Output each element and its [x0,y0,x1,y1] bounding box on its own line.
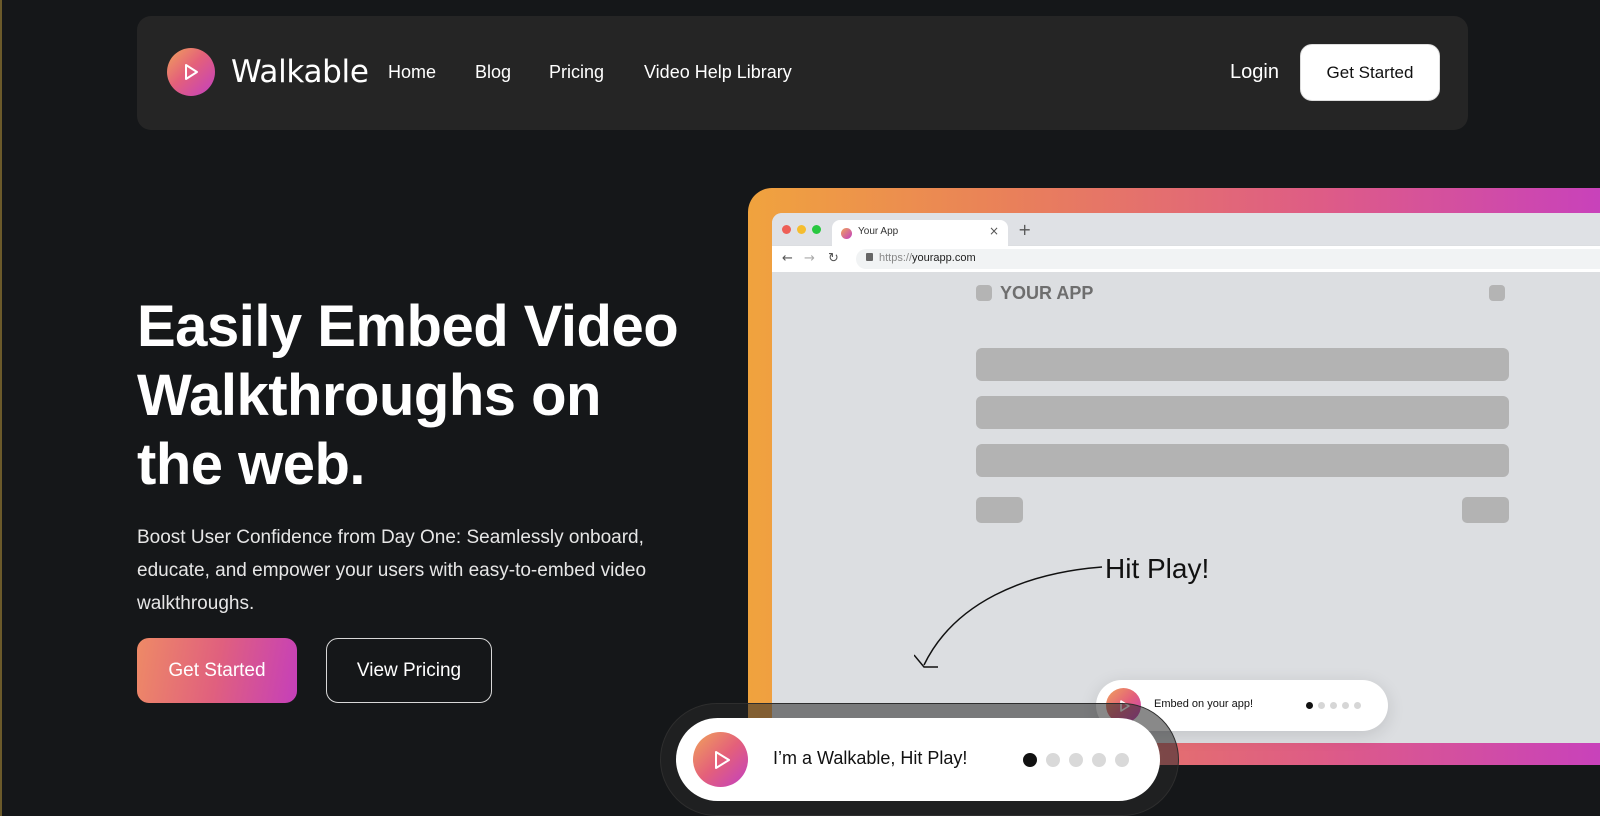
progress-dot[interactable] [1023,753,1037,767]
brand-name[interactable]: Walkable [231,52,369,92]
close-dot-icon [782,225,791,234]
top-navbar: Walkable Home Blog Pricing Video Help Li… [137,16,1468,130]
maximize-dot-icon [812,225,821,234]
walkable-widget[interactable]: I’m a Walkable, Hit Play! [676,718,1160,801]
app-logo-placeholder [976,285,992,301]
placeholder-button-right [1462,497,1509,523]
url-host: yourapp.com [912,252,976,264]
browser-mockup: Your App × + ← → ↻ https://yourapp.com Y… [772,213,1600,743]
hero-title: Easily Embed Video Walkthroughs on the w… [137,294,679,497]
url-scheme: https:// [879,252,913,264]
curved-arrow-icon [914,566,1103,668]
progress-dot[interactable] [1069,753,1083,767]
browser-tab: Your App × [832,220,1008,247]
url-field: https://yourapp.com [856,249,1600,269]
content-placeholder-bar [976,444,1509,477]
mini-widget-label: Embed on your app! [1154,698,1254,710]
browser-tab-strip: Your App × + [772,213,1600,247]
app-title: YOUR APP [1000,283,1094,303]
mini-widget-dots [1306,702,1361,709]
logo-play-icon[interactable] [167,48,215,96]
mini-progress-dot[interactable] [1306,702,1313,709]
widget-progress-dots [1023,753,1129,767]
mini-progress-dot[interactable] [1342,702,1349,709]
minimize-dot-icon [797,225,806,234]
widget-label: I’m a Walkable, Hit Play! [773,748,968,768]
content-placeholder-bar [976,348,1509,381]
hero-subtitle: Boost User Confidence from Day One: Seam… [137,527,647,614]
play-icon[interactable] [693,732,748,787]
placeholder-button-left [976,497,1023,523]
left-edge-line [0,0,2,816]
nav-get-started-button[interactable]: Get Started [1300,44,1440,101]
lock-icon [866,253,873,261]
hit-play-callout: Hit Play! [1105,553,1210,584]
nav-link-blog[interactable]: Blog [475,61,511,83]
content-placeholder-bar [976,396,1509,429]
back-arrow-icon: ← [782,251,793,266]
forward-arrow-icon: → [804,251,815,266]
mini-progress-dot[interactable] [1318,702,1325,709]
tab-label: Your App [858,226,899,237]
new-tab-icon: + [1018,220,1032,239]
nav-link-pricing[interactable]: Pricing [549,61,604,83]
progress-dot[interactable] [1092,753,1106,767]
nav-link-video-help-library[interactable]: Video Help Library [644,61,792,83]
view-pricing-button[interactable]: View Pricing [326,638,492,703]
app-menu-placeholder [1489,285,1505,301]
progress-dot[interactable] [1046,753,1060,767]
tab-favicon-icon [841,228,852,239]
tab-close-icon: × [988,224,999,238]
nav-link-home[interactable]: Home [388,61,436,83]
mini-progress-dot[interactable] [1330,702,1337,709]
mini-progress-dot[interactable] [1354,702,1361,709]
login-link[interactable]: Login [1230,60,1279,84]
reload-icon: ↻ [828,251,839,266]
progress-dot[interactable] [1115,753,1129,767]
browser-url-bar: ← → ↻ https://yourapp.com [772,246,1600,272]
hero-get-started-button[interactable]: Get Started [137,638,297,703]
